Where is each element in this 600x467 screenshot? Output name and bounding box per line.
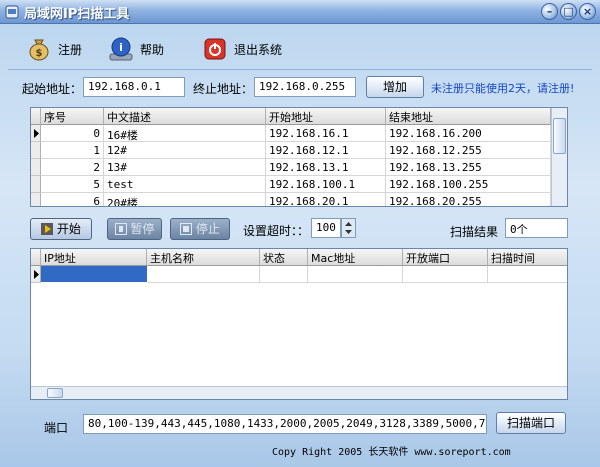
table-cell: [260, 266, 308, 283]
pause-label: 暂停: [130, 222, 155, 236]
row-marker: [31, 125, 41, 142]
table-cell: 1: [41, 142, 104, 159]
range-header-end: 结束地址: [386, 108, 551, 125]
result-header-time: 扫描时间: [488, 249, 567, 266]
start-scan-button[interactable]: 开始: [30, 218, 92, 240]
range-table-scrollbar[interactable]: [551, 108, 567, 206]
row-marker: [31, 176, 41, 193]
add-button[interactable]: 增加: [366, 76, 424, 98]
table-cell: 192.168.13.255: [386, 159, 551, 176]
table-cell: 5: [41, 176, 104, 193]
table-cell: 192.168.12.1: [266, 142, 386, 159]
table-cell: 192.168.100.1: [266, 176, 386, 193]
title-bar: 局域网IP扫描工具 – □ ×: [0, 0, 600, 24]
pause-button[interactable]: 暂停: [107, 218, 162, 240]
money-bag-icon: $: [29, 39, 49, 61]
stop-button[interactable]: 停止: [170, 218, 230, 240]
play-icon: [41, 223, 54, 235]
table-cell: 20#楼: [104, 193, 266, 206]
result-header-corner: [31, 249, 41, 266]
help-button[interactable]: i 帮助: [108, 34, 164, 64]
svg-text:$: $: [36, 48, 43, 59]
timeout-input[interactable]: 100: [311, 218, 341, 238]
maximize-button[interactable]: □: [560, 3, 577, 20]
table-cell: 192.168.20.1: [266, 193, 386, 206]
port-label: 端口: [44, 421, 69, 435]
table-cell: 192.168.13.1: [266, 159, 386, 176]
result-header-status: 状态: [260, 249, 308, 266]
current-row-arrow-icon: [34, 129, 39, 138]
scan-ports-button[interactable]: 扫描端口: [496, 412, 566, 434]
table-cell: 192.168.100.255: [386, 176, 551, 193]
timeout-spinner[interactable]: [341, 218, 356, 238]
table-cell: [308, 266, 403, 283]
end-address-label: 终止地址：: [193, 82, 254, 96]
app-icon: [5, 5, 19, 19]
table-cell: 12#: [104, 142, 266, 159]
table-cell: 13#: [104, 159, 266, 176]
result-table[interactable]: IP地址 主机名称 状态 Mac地址 开放端口 扫描时间: [30, 248, 568, 400]
range-header-start: 开始地址: [266, 108, 386, 125]
start-address-label: 起始地址：: [22, 82, 83, 96]
table-cell: [403, 266, 488, 283]
row-marker: [31, 159, 41, 176]
end-address-input[interactable]: 192.168.0.255: [254, 77, 356, 97]
toolbar: $ 注册 i 帮助 退出系统: [8, 28, 592, 70]
table-cell: 0: [41, 125, 104, 142]
row-marker: [31, 193, 41, 206]
start-scan-label: 开始: [56, 222, 81, 236]
scrollbar-thumb[interactable]: [47, 388, 63, 398]
stop-icon: [180, 223, 193, 235]
table-cell: test: [104, 176, 266, 193]
spinner-arrows-icon: [345, 222, 352, 234]
power-icon: [204, 38, 226, 60]
scan-result-field: 0个: [505, 218, 568, 238]
selected-cell[interactable]: [41, 266, 147, 282]
table-cell: 2: [41, 159, 104, 176]
port-input[interactable]: 80,100-139,443,445,1080,1433,2000,2005,2…: [83, 414, 487, 434]
copyright-footer: Copy Right 2005 长天软件 www.soreport.com: [272, 447, 511, 458]
range-header-index: 序号: [41, 108, 104, 125]
table-cell: [147, 266, 260, 283]
table-cell: [488, 266, 567, 283]
table-cell: 6: [41, 193, 104, 206]
row-marker: [31, 266, 41, 283]
table-cell: 192.168.16.200: [386, 125, 551, 142]
register-label: 注册: [58, 42, 83, 57]
result-header-ip: IP地址: [41, 249, 147, 266]
registration-notice: 未注册只能使用2天，请注册!: [431, 82, 575, 95]
range-header-desc: 中文描述: [104, 108, 266, 125]
table-cell: 192.168.16.1: [266, 125, 386, 142]
info-icon: i: [109, 37, 133, 61]
exit-button[interactable]: 退出系统: [202, 34, 282, 64]
current-row-arrow-icon: [34, 270, 39, 279]
table-cell: 192.168.20.255: [386, 193, 551, 206]
result-header-ports: 开放端口: [403, 249, 488, 266]
range-header-corner: [31, 108, 41, 125]
scan-result-label: 扫描结果: [450, 225, 499, 239]
help-label: 帮助: [140, 42, 165, 57]
timeout-label: 设置超时：：: [243, 224, 310, 238]
pause-icon: [114, 223, 127, 235]
svg-text:i: i: [119, 41, 123, 54]
result-table-scrollbar[interactable]: [31, 386, 567, 399]
window-title: 局域网IP扫描工具: [24, 7, 130, 22]
close-button[interactable]: ×: [579, 3, 596, 20]
range-table[interactable]: 序号 中文描述 开始地址 结束地址 0 16#楼 192.168.16.1 19…: [30, 107, 568, 207]
table-cell: 16#楼: [104, 125, 266, 142]
table-cell: 192.168.12.255: [386, 142, 551, 159]
register-button[interactable]: $ 注册: [26, 34, 82, 64]
exit-label: 退出系统: [234, 42, 283, 57]
scrollbar-thumb[interactable]: [553, 118, 566, 154]
result-header-host: 主机名称: [147, 249, 260, 266]
result-header-mac: Mac地址: [308, 249, 403, 266]
row-marker: [31, 142, 41, 159]
stop-label: 停止: [195, 222, 220, 236]
start-address-input[interactable]: 192.168.0.1: [83, 77, 185, 97]
minimize-button[interactable]: –: [541, 3, 558, 20]
